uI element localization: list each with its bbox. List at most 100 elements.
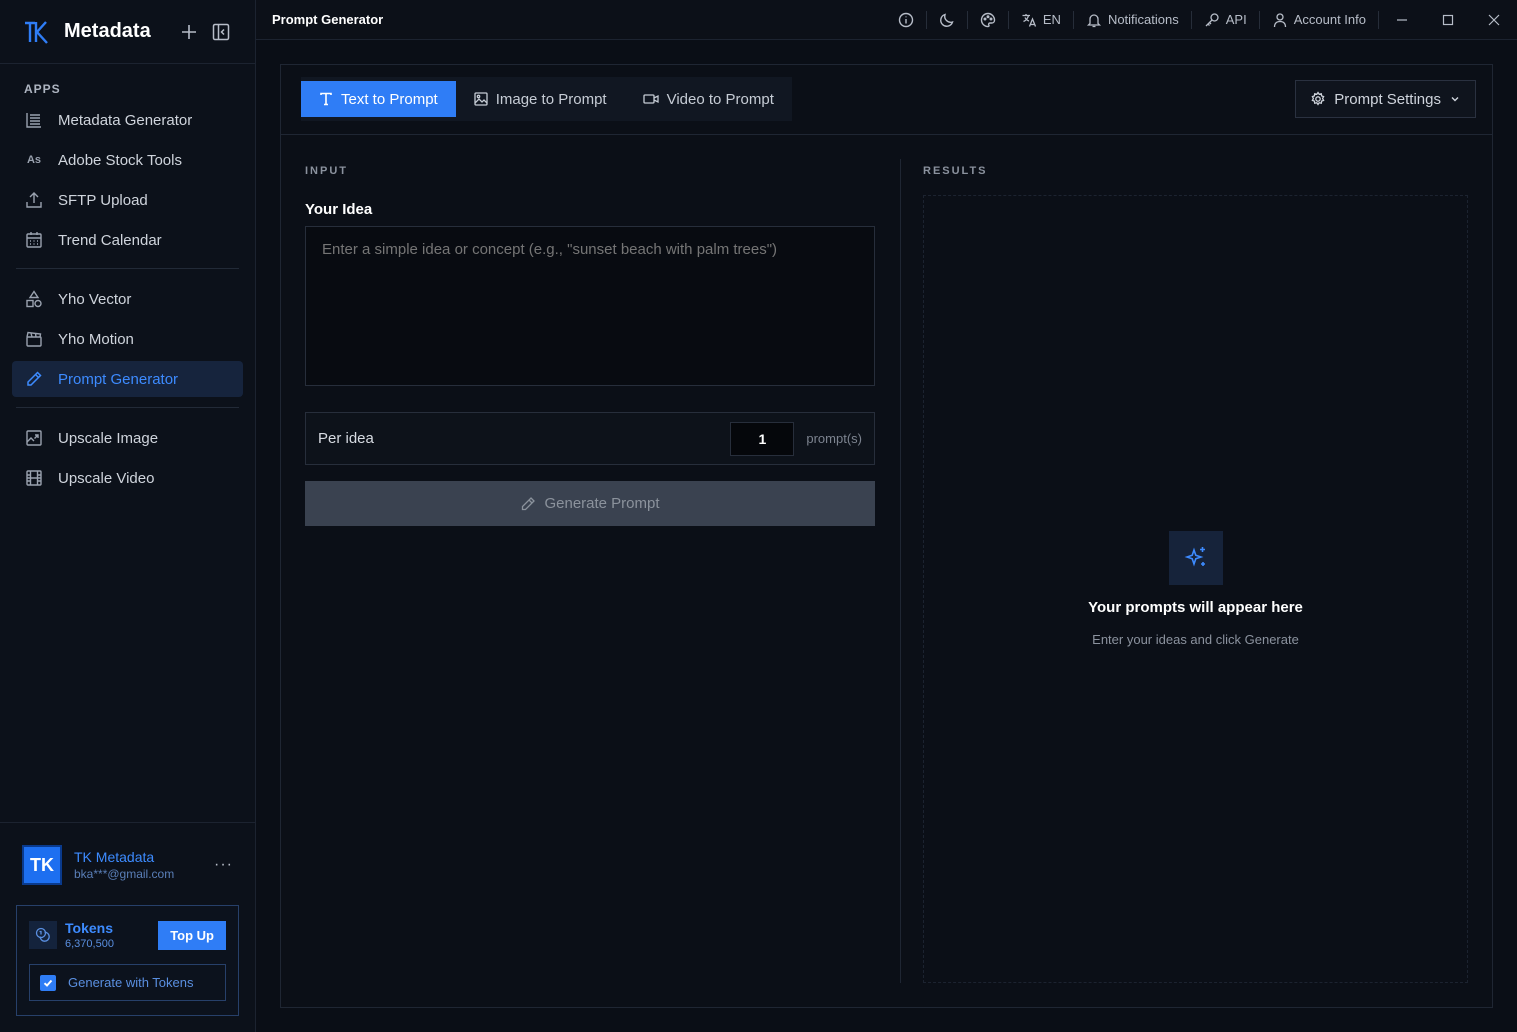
window-title: Prompt Generator [272,12,384,27]
coins-icon [29,921,57,949]
upload-icon [24,190,44,210]
user-profile[interactable]: TK TK Metadata bka***@gmail.com ··· [0,823,255,885]
avatar: TK [22,845,62,885]
per-idea-row: Per idea prompt(s) [305,412,875,465]
column-divider [900,159,901,983]
results-empty-title: Your prompts will appear here [1088,599,1303,616]
generate-prompt-label: Generate Prompt [544,495,660,512]
user-info: TK Metadata bka***@gmail.com [74,849,214,881]
sidebar-item-upscale-video[interactable]: Upscale Video [12,460,243,496]
film-icon [24,468,44,488]
sidebar-item-yho-motion[interactable]: Yho Motion [12,321,243,357]
tokens-amount: 6,370,500 [65,938,114,950]
sidebar-item-label: Yho Vector [58,290,132,308]
palette-icon[interactable] [968,0,1008,40]
nav-divider [16,407,239,408]
notifications-label: Notifications [1107,12,1179,27]
account-info-button[interactable]: Account Info [1260,0,1378,40]
panel-header: Text to Prompt Image to Prompt Video to … [281,65,1492,135]
sidebar-item-yho-vector[interactable]: Yho Vector [12,281,243,317]
per-idea-label: Per idea [318,430,374,447]
user-email: bka***@gmail.com [74,867,175,881]
minimize-icon[interactable] [1379,0,1425,40]
results-section-label: RESULTS [923,165,988,177]
sidebar-item-label: Upscale Video [58,469,155,487]
user-name: TK Metadata [74,849,155,865]
tokens-label: Tokens [65,920,113,936]
nav-divider [16,268,239,269]
add-icon[interactable] [177,20,201,44]
results-section: RESULTS [923,165,988,177]
text-icon [319,92,333,106]
results-empty-state: Your prompts will appear here Enter your… [924,531,1467,647]
sidebar-item-label: Prompt Generator [58,370,179,388]
video-icon [642,92,659,106]
image-icon [474,92,488,106]
idea-input[interactable] [305,226,875,386]
sparkles-icon [1168,531,1223,585]
generate-with-tokens-label: Generate with Tokens [68,975,194,990]
sidebar-item-label: Adobe Stock Tools [58,151,182,169]
generate-prompt-button[interactable]: Generate Prompt [305,481,875,526]
your-idea-label: Your Idea [305,201,373,218]
api-button[interactable]: API [1192,0,1259,40]
pencil-icon [520,496,536,512]
title-bar: Prompt Generator EN Notifications API Ac… [256,0,1517,40]
input-section-label: INPUT [305,165,348,177]
generate-with-tokens-toggle[interactable]: Generate with Tokens [29,964,226,1001]
maximize-icon[interactable] [1425,0,1471,40]
token-info: Tokens 6,370,500 [65,920,158,950]
app-name: Metadata [64,20,151,42]
user-icon [1272,12,1288,28]
sidebar-header: Metadata [0,0,255,64]
tab-text-to-prompt[interactable]: Text to Prompt [301,81,456,117]
top-up-button[interactable]: Top Up [158,920,226,950]
results-empty-subtitle: Enter your ideas and click Generate [1092,632,1299,647]
sidebar-item-trend-calendar[interactable]: Trend Calendar [12,222,243,258]
account-info-label: Account Info [1293,12,1366,27]
sidebar-item-sftp-upload[interactable]: SFTP Upload [12,182,243,218]
sidebar-item-adobe-stock-tools[interactable]: As Adobe Stock Tools [12,142,243,178]
info-icon[interactable] [886,0,926,40]
bell-icon [1086,12,1102,28]
sidebar-item-metadata-generator[interactable]: Metadata Generator [12,102,243,138]
prompt-generator-panel: Text to Prompt Image to Prompt Video to … [280,64,1493,1008]
results-area: Your prompts will appear here Enter your… [923,195,1468,983]
prompts-per-idea-input[interactable] [730,421,795,456]
input-section: INPUT Your Idea Per idea prompt(s) Gener… [305,165,875,526]
image-upscale-icon [24,428,44,448]
calendar-icon [24,230,44,250]
language-selector[interactable]: EN [1009,0,1073,40]
tk-logo-icon [22,18,50,46]
sidebar-item-prompt-generator[interactable]: Prompt Generator [12,361,243,397]
sidebar: Metadata APPS Metadata Generator As Adob… [0,0,256,1032]
generate-with-tokens-checkbox[interactable] [40,974,56,991]
chevron-down-icon [1449,93,1461,105]
apps-section-label: APPS [24,82,61,96]
more-options-icon[interactable]: ··· [214,856,233,874]
collapse-sidebar-icon[interactable] [209,20,233,44]
per-idea-unit: prompt(s) [806,431,862,446]
tab-label: Video to Prompt [666,90,774,108]
prompt-settings-label: Prompt Settings [1334,90,1441,108]
tab-image-to-prompt[interactable]: Image to Prompt [456,81,625,117]
mode-tabs: Text to Prompt Image to Prompt Video to … [301,77,792,121]
tab-label: Image to Prompt [495,90,607,108]
prompt-settings-button[interactable]: Prompt Settings [1295,80,1476,118]
sidebar-item-upscale-image[interactable]: Upscale Image [12,420,243,456]
shapes-icon [24,289,44,309]
tab-video-to-prompt[interactable]: Video to Prompt [625,81,792,117]
dark-mode-icon[interactable] [927,0,967,40]
pencil-icon [24,369,44,389]
sidebar-item-label: Metadata Generator [58,111,193,129]
translate-icon [1021,12,1037,28]
language-label: EN [1042,12,1061,27]
api-label: API [1225,12,1247,27]
gear-icon [1310,91,1326,107]
sidebar-item-label: Trend Calendar [58,231,162,249]
tab-label: Text to Prompt [341,90,438,108]
token-card: Tokens 6,370,500 Top Up Generate with To… [16,905,239,1016]
close-icon[interactable] [1471,0,1517,40]
list-icon [24,110,44,130]
notifications-button[interactable]: Notifications [1074,0,1191,40]
